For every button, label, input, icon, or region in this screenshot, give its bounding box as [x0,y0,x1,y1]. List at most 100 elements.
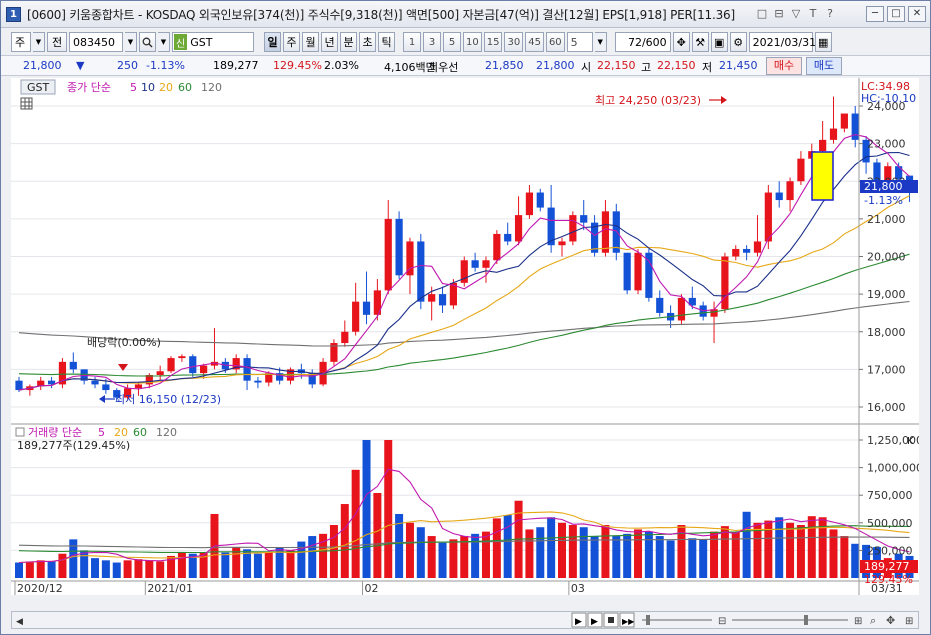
open-label: 시 [581,61,592,74]
candle-count-input[interactable]: 72/600 [614,32,671,52]
minimize-icon[interactable]: ─ [866,6,884,22]
stock-code-input[interactable]: 083450 [69,32,123,52]
volume-bar [579,527,588,578]
chevron-down-icon[interactable]: ▼ [594,32,607,52]
maximize-icon[interactable]: □ [887,6,905,22]
chart-scrollbar[interactable]: ◀ ▶ ▶ ▶▶ ⊟ ⊞ ⌕ ✥ ⊞ [11,611,919,629]
down-arrow-icon: ▼ [76,59,85,72]
calendar-icon[interactable]: ▦ [814,32,832,52]
period-month-button[interactable]: 월 [302,32,319,52]
grid-toggle-icon[interactable] [20,97,33,110]
volume-bar [688,538,697,578]
interval-5-button[interactable]: 5 [443,32,461,52]
volume-bar [775,517,784,578]
buy-button[interactable]: 매수 [766,57,802,75]
interval-15-button[interactable]: 15 [483,32,503,52]
search-icon[interactable] [139,32,156,52]
chart-type-select[interactable]: 주 [11,32,31,52]
period-tick-button[interactable]: 틱 [378,32,395,52]
interval-1-button[interactable]: 1 [403,32,421,52]
best-quote-label: 최우선 [428,61,459,74]
period-week-button[interactable]: 주 [283,32,300,52]
candle-body [167,358,175,372]
volume-bar [264,551,273,578]
candle-body [254,380,262,383]
candle-body [721,256,729,310]
sell-button[interactable]: 매도 [806,57,842,75]
help-icon[interactable]: ? [823,7,837,21]
volume-bar [416,527,425,578]
interval-60-button[interactable]: 60 [545,32,565,52]
period-minute-button[interactable]: 분 [340,32,357,52]
volume-rate: 129.45% [273,59,322,72]
period-year-button[interactable]: 년 [321,32,338,52]
candle-body [677,297,686,321]
range-button[interactable]: 전 [47,32,67,52]
period-second-button[interactable]: 초 [359,32,376,52]
filter-icon[interactable]: ▽ [789,7,803,21]
expand-icon[interactable]: ⊞ [905,616,913,627]
volume-bar [362,440,371,578]
save-icon[interactable]: ▣ [710,32,728,52]
volume-bar [373,492,382,578]
volume-bar [644,531,653,578]
change-rate: -1.13% [146,59,185,72]
chevron-down-icon[interactable]: ▼ [158,32,170,52]
chevron-down-icon[interactable]: ▼ [33,32,45,52]
chart-area[interactable]: 24,00023,00022,00021,00020,00019,00018,0… [11,78,919,595]
title-bar: 1 [0600] 키움종합차트 - KOSDAQ 외국인보유[374(천)] 주… [1,1,930,28]
candle-body [840,113,848,129]
zoom-out-icon[interactable]: ⊟ [718,616,726,627]
volume-bar [699,539,708,578]
volume-bar [123,560,132,578]
interval-input[interactable]: 5 [566,32,593,52]
tools-icon[interactable]: ⚒ [691,32,709,52]
candle-body [91,380,99,385]
text-icon[interactable]: T [806,7,820,21]
candle-body [384,218,392,291]
date-input[interactable]: 2021/03/31 [748,32,816,52]
speed-slider-handle[interactable] [646,615,650,625]
scroll-left-icon[interactable]: ◀ [16,617,23,627]
search-icon[interactable]: ⌕ [870,614,876,627]
link-icon[interactable]: □ [755,7,769,21]
volume-bar [80,550,89,578]
zoom-slider-handle[interactable] [804,615,808,625]
candlestick-chart[interactable]: 24,00023,00022,00021,00020,00019,00018,0… [11,78,919,595]
volume-collapse-icon[interactable] [15,427,25,437]
volume-legend-label: 거래량 단순 [28,426,82,439]
volume-bar [612,536,621,578]
volume-bar [634,529,643,578]
candle-body [438,294,447,306]
min-price-label: 최저 16,150 (12/23) [115,393,221,406]
window-number[interactable]: 1 [6,6,21,22]
vlegend-ma20: 20 [114,426,128,439]
stock-name-field[interactable]: 신 GST [172,32,254,52]
zoom-in-icon[interactable]: ⊞ [854,616,862,627]
quote-bar: 21,800 ▼ 250 -1.13% 189,277 129.45% 2.03… [1,55,930,76]
crosshair-icon[interactable]: ✥ [672,32,690,52]
move-icon[interactable]: ✥ [886,614,895,627]
period-day-button[interactable]: 일 [264,32,281,52]
interval-45-button[interactable]: 45 [525,32,544,52]
volume-bar [481,531,490,578]
candle-body [797,158,805,182]
volume-bar [15,562,23,578]
chevron-down-icon[interactable]: ▼ [125,32,137,52]
scroll-controls[interactable]: ◀ ▶ ▶ ▶▶ ⊟ ⊞ ⌕ ✥ ⊞ [12,612,918,628]
volume-bar [112,562,121,578]
layout-icon[interactable]: ⊟ [772,7,786,21]
window-controls: ─ □ ✕ [866,6,926,22]
candle-body [189,356,197,374]
interval-30-button[interactable]: 30 [504,32,524,52]
legend-ma10: 10 [141,81,155,94]
interval-3-button[interactable]: 3 [423,32,441,52]
x-tick-label: 02 [365,582,379,595]
price-box-indicator[interactable] [811,151,834,201]
volume-bar [710,531,719,578]
price-tick-label: 17,000 [867,363,906,376]
volume-bar [177,552,186,578]
interval-10-button[interactable]: 10 [463,32,482,52]
gear-icon[interactable]: ⚙ [729,32,747,52]
close-icon[interactable]: ✕ [908,6,926,22]
